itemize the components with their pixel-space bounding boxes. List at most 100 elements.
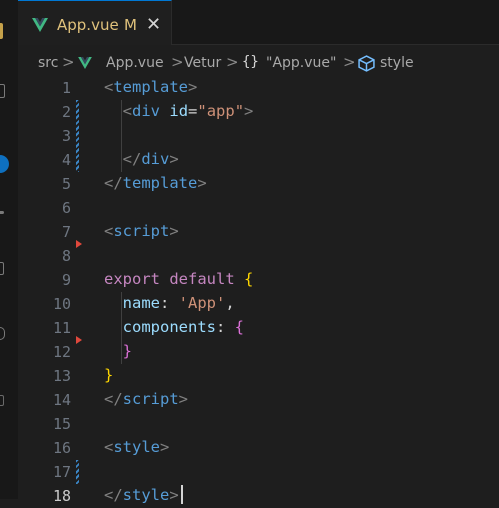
code-line[interactable]: 15	[18, 412, 499, 436]
code-token: >	[169, 222, 179, 240]
code-token: {	[234, 318, 245, 336]
code-text: name: 'App',	[104, 294, 235, 312]
code-text: export default {	[104, 270, 253, 288]
code-line[interactable]: 13}	[18, 364, 499, 388]
code-line[interactable]: 16 <style>	[18, 436, 499, 460]
run-debug-icon[interactable]	[0, 211, 4, 214]
code-token: =	[188, 102, 198, 120]
code-text: </template>	[104, 174, 207, 192]
remote-explorer-icon[interactable]	[0, 327, 5, 340]
explorer-icon[interactable]	[0, 23, 3, 39]
line-number: 16	[52, 439, 71, 457]
line-number: 11	[52, 319, 71, 337]
code-editor[interactable]: 18 </style> 17 16 <style> 15 14 </script> 13} 12 …	[18, 76, 499, 505]
code-token: <	[104, 222, 114, 240]
source-control-badge-icon[interactable]	[0, 155, 9, 173]
code-line[interactable]: 17	[18, 460, 499, 484]
code-text: <script>	[104, 222, 179, 240]
code-token: 'App'	[178, 294, 226, 312]
code-text: </style>	[104, 486, 179, 504]
gutter-deleted-marker[interactable]	[76, 336, 82, 344]
code-line[interactable]: 6	[18, 196, 499, 220]
modified-indicator: M	[124, 16, 137, 34]
testing-icon[interactable]	[0, 395, 4, 406]
code-text: </div>	[104, 150, 179, 168]
braces-icon: {}	[242, 54, 259, 70]
cube-icon	[358, 55, 375, 72]
code-line[interactable]: 18 </style>	[18, 484, 499, 508]
code-token: ,	[225, 294, 235, 312]
activity-bar	[0, 0, 18, 499]
code-line[interactable]: 11 components: {	[18, 316, 499, 340]
code-line[interactable]: 3	[18, 124, 499, 148]
code-token: }	[104, 366, 114, 384]
code-text: <template>	[104, 78, 197, 96]
code-line[interactable]: 1 <template>	[18, 76, 499, 100]
code-token: >	[169, 486, 179, 504]
code-line[interactable]: 10 name: 'App',	[18, 292, 499, 316]
line-number: 4	[61, 151, 71, 169]
text-cursor	[181, 485, 183, 504]
code-token: div	[132, 102, 161, 120]
code-text: }	[104, 366, 113, 384]
gutter-modified-marker[interactable]	[76, 100, 79, 172]
line-number: 2	[61, 103, 71, 121]
line-number: 6	[61, 199, 71, 217]
code-token: </	[104, 486, 123, 504]
code-text: </script>	[104, 390, 188, 408]
line-number: 15	[52, 415, 71, 433]
code-token: :	[216, 318, 235, 336]
code-token: template	[113, 78, 188, 96]
breadcrumb: src > App.vue > Vetur > {} "App.vue" > s…	[18, 52, 499, 76]
breadcrumb-style[interactable]: style	[380, 55, 414, 71]
tab-bar: App.vue M ✕	[18, 0, 499, 45]
gutter-modified-marker[interactable]	[76, 460, 79, 484]
vue-icon	[78, 57, 92, 69]
line-number: 12	[52, 343, 71, 361]
code-token: >	[178, 390, 189, 408]
breadcrumb-separator: >	[171, 53, 184, 71]
code-token: <	[104, 438, 114, 456]
code-token: >	[188, 78, 198, 96]
code-line[interactable]: 9 export default {	[18, 268, 499, 292]
extensions-icon[interactable]	[0, 262, 4, 275]
line-number: 5	[61, 175, 71, 193]
breadcrumb-vetur[interactable]: Vetur	[184, 55, 221, 71]
code-line[interactable]: 7 <script>	[18, 220, 499, 244]
code-token: :	[160, 294, 179, 312]
gutter-deleted-marker[interactable]	[76, 240, 82, 248]
line-number: 8	[61, 247, 71, 265]
line-number: 10	[52, 295, 71, 313]
code-line[interactable]: 14 </script>	[18, 388, 499, 412]
code-line[interactable]: 8	[18, 244, 499, 268]
vue-icon	[32, 18, 48, 32]
tab-app-vue[interactable]: App.vue M ✕	[18, 0, 172, 45]
code-text: <div id="app">	[104, 102, 254, 120]
breadcrumb-component[interactable]: "App.vue"	[266, 55, 336, 71]
code-line[interactable]: 12 }	[18, 340, 499, 364]
code-token: name	[122, 294, 160, 312]
indent-guide	[121, 292, 122, 364]
close-icon[interactable]: ✕	[146, 14, 161, 35]
breadcrumb-separator: >	[343, 53, 356, 71]
code-text: components: {	[104, 318, 244, 336]
code-line[interactable]: 4 </div>	[18, 148, 499, 172]
code-token: style	[122, 486, 170, 504]
breadcrumb-file[interactable]: App.vue	[106, 55, 164, 71]
code-line[interactable]: 5 </template>	[18, 172, 499, 196]
code-token: {	[244, 270, 254, 288]
code-token: script	[113, 222, 170, 240]
code-token: >	[169, 150, 179, 168]
code-token: >	[197, 174, 207, 192]
code-token: }	[122, 342, 133, 360]
search-icon[interactable]	[0, 84, 5, 98]
code-token: style	[113, 438, 161, 456]
breadcrumb-src[interactable]: src	[38, 55, 58, 71]
line-number: 3	[61, 127, 71, 145]
code-token: div	[141, 150, 170, 168]
code-line[interactable]: 2 <div id="app">	[18, 100, 499, 124]
